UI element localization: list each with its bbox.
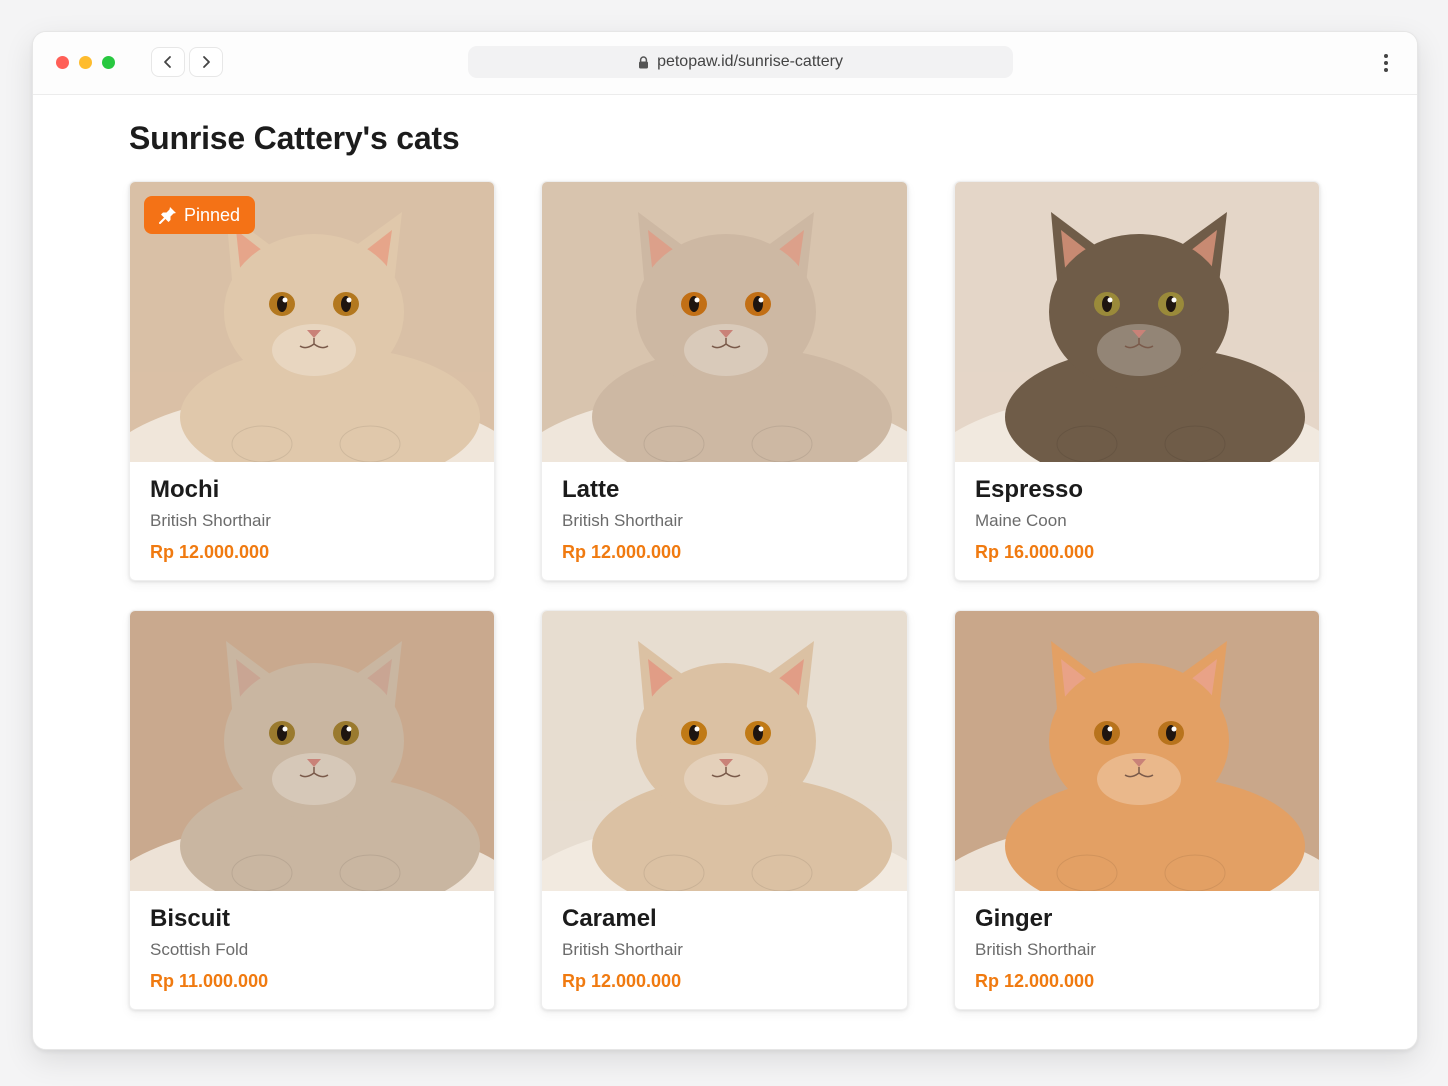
cat-info: Ginger British Shorthair Rp 12.000.000	[955, 891, 1319, 992]
pinned-badge: Pinned	[144, 196, 256, 234]
url-text: petopaw.id/sunrise-cattery	[657, 53, 843, 70]
cat-info: Latte British Shorthair Rp 12.000.000	[542, 462, 907, 563]
cat-price: Rp 16.000.000	[975, 541, 1095, 562]
maximize-window-button[interactable]	[102, 56, 115, 69]
browser-menu-button[interactable]	[1373, 50, 1399, 76]
cat-name: Ginger	[975, 905, 1053, 932]
forward-button[interactable]	[189, 47, 223, 77]
address-bar[interactable]: petopaw.id/sunrise-cattery	[468, 46, 1013, 78]
cat-card[interactable]: Pinned Mochi British Shorthair Rp 12.000…	[129, 181, 495, 581]
browser-toolbar: petopaw.id/sunrise-cattery	[33, 32, 1417, 95]
minimize-window-button[interactable]	[79, 56, 92, 69]
more-vertical-icon	[1384, 54, 1388, 72]
cat-card[interactable]: Latte British Shorthair Rp 12.000.000	[541, 181, 908, 581]
cat-price: Rp 12.000.000	[562, 541, 682, 562]
cat-breed: Maine Coon	[975, 510, 1067, 530]
cat-name: Caramel	[562, 905, 657, 932]
cat-info: Caramel British Shorthair Rp 12.000.000	[542, 891, 907, 992]
cat-breed: British Shorthair	[562, 510, 683, 530]
cat-name: Espresso	[975, 476, 1084, 503]
pinned-label: Pinned	[184, 204, 241, 225]
pin-icon	[159, 207, 176, 224]
cat-photo	[955, 182, 1319, 462]
cat-photo	[955, 611, 1319, 891]
cat-price: Rp 12.000.000	[975, 970, 1095, 991]
cat-photo	[542, 182, 907, 462]
cat-breed: British Shorthair	[150, 510, 271, 530]
cat-breed: British Shorthair	[562, 939, 683, 959]
cat-info: Biscuit Scottish Fold Rp 11.000.000	[130, 891, 494, 992]
cat-card[interactable]: Caramel British Shorthair Rp 12.000.000	[541, 610, 908, 1010]
close-window-button[interactable]	[56, 56, 69, 69]
browser-window: petopaw.id/sunrise-cattery Sunrise Catte…	[32, 31, 1418, 1050]
cat-price: Rp 11.000.000	[150, 970, 269, 991]
cat-photo: Pinned	[130, 182, 494, 462]
cat-breed: Scottish Fold	[150, 939, 249, 959]
chevron-left-icon	[164, 56, 171, 68]
cat-photo	[542, 611, 907, 891]
cat-name: Mochi	[150, 476, 220, 503]
cat-breed: British Shorthair	[975, 939, 1096, 959]
cat-price: Rp 12.000.000	[150, 541, 270, 562]
cat-card[interactable]: Biscuit Scottish Fold Rp 11.000.000	[129, 610, 495, 1010]
lock-icon	[639, 55, 649, 68]
cat-card[interactable]: Ginger British Shorthair Rp 12.000.000	[954, 610, 1320, 1010]
cat-name: Latte	[562, 476, 620, 503]
cat-name: Biscuit	[150, 905, 231, 932]
cat-card[interactable]: Espresso Maine Coon Rp 16.000.000	[954, 181, 1320, 581]
cat-photo	[130, 611, 494, 891]
back-button[interactable]	[151, 47, 185, 77]
cat-price: Rp 12.000.000	[562, 970, 682, 991]
cat-info: Mochi British Shorthair Rp 12.000.000	[130, 462, 494, 563]
chevron-right-icon	[203, 56, 210, 68]
page-title: Sunrise Cattery's cats	[129, 120, 460, 156]
cat-info: Espresso Maine Coon Rp 16.000.000	[955, 462, 1319, 563]
cat-grid: Pinned Mochi British Shorthair Rp 12.000…	[129, 181, 1320, 1010]
